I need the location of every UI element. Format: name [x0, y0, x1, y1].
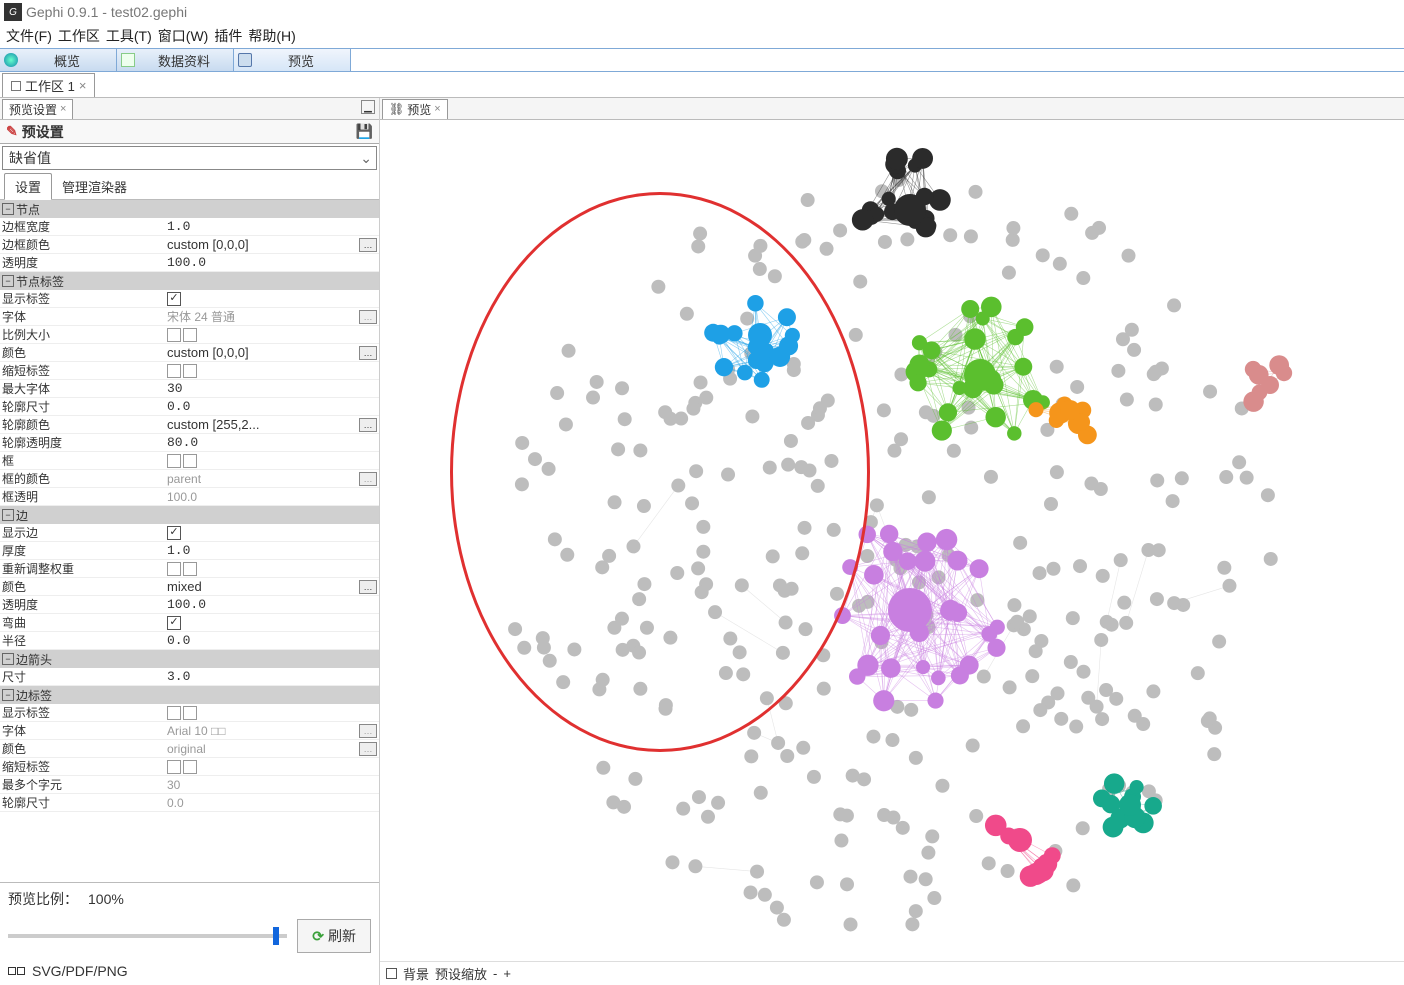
- more-button[interactable]: …: [359, 238, 377, 252]
- preview-canvas[interactable]: [380, 120, 1404, 961]
- more-button[interactable]: …: [359, 418, 377, 432]
- monitor-icon: [238, 53, 252, 67]
- prop-outline-opacity[interactable]: 80.0: [165, 435, 379, 450]
- preview-ratio-value: 100%: [88, 891, 124, 907]
- section-node-label[interactable]: −节点标签: [0, 272, 379, 290]
- prop-rescale[interactable]: [165, 562, 379, 576]
- prop-shorten-edgelabel[interactable]: [165, 760, 379, 774]
- refresh-icon: ⟳: [312, 928, 324, 945]
- refresh-button[interactable]: ⟳刷新: [297, 919, 371, 953]
- globe-icon: [4, 53, 18, 67]
- more-button[interactable]: …: [359, 724, 377, 738]
- prop-shorten[interactable]: [165, 364, 379, 378]
- export-icon: [8, 967, 26, 975]
- presets-header: ✎ 预设置 💾: [0, 120, 379, 144]
- more-button[interactable]: …: [359, 472, 377, 486]
- prop-show-edge[interactable]: ✓: [165, 526, 379, 540]
- section-edge-arrow[interactable]: −边箭头: [0, 650, 379, 668]
- prop-edge-color[interactable]: mixed…: [165, 579, 379, 594]
- prop-maxfont[interactable]: 30: [165, 381, 379, 396]
- table-icon: [121, 53, 135, 67]
- prop-radius[interactable]: 0.0: [165, 633, 379, 648]
- prop-box[interactable]: [165, 454, 379, 468]
- prop-border-color[interactable]: custom [0,0,0]…: [165, 237, 379, 252]
- prop-outline-size[interactable]: 0.0: [165, 399, 379, 414]
- background-checkbox[interactable]: [386, 968, 397, 979]
- window-title: Gephi 0.9.1 - test02.gephi: [26, 4, 187, 20]
- close-icon[interactable]: ×: [434, 103, 440, 115]
- zoom-out-button[interactable]: -: [493, 966, 497, 981]
- menu-file[interactable]: 文件(F): [6, 26, 52, 46]
- prop-show-nodelabel[interactable]: ✓: [165, 292, 379, 306]
- subtab-settings[interactable]: 设置: [4, 173, 52, 200]
- tab-preview-settings[interactable]: 预览设置 ×: [2, 99, 73, 119]
- prop-edge-opacity[interactable]: 100.0: [165, 597, 379, 612]
- more-button[interactable]: …: [359, 346, 377, 360]
- more-button[interactable]: …: [359, 310, 377, 324]
- zoom-in-button[interactable]: +: [503, 966, 511, 981]
- preview-ratio-slider[interactable]: [8, 934, 287, 938]
- preview-ratio-label: 预览比例：: [8, 889, 78, 909]
- close-icon[interactable]: ×: [79, 78, 87, 93]
- menu-tools[interactable]: 工具(T): [106, 26, 152, 46]
- prop-border-width[interactable]: 1.0: [165, 219, 379, 234]
- prop-maxchars[interactable]: 30: [165, 778, 379, 792]
- prop-edgelabel-font[interactable]: Arial 10 □□…: [165, 724, 379, 738]
- prop-curved[interactable]: ✓: [165, 616, 379, 630]
- prop-box-color[interactable]: parent…: [165, 472, 379, 486]
- menu-bar: 文件(F) 工作区 工具(T) 窗口(W) 插件 帮助(H): [0, 24, 1404, 48]
- menu-help[interactable]: 帮助(H): [248, 26, 295, 46]
- link-icon: ⛓: [389, 102, 404, 116]
- more-button[interactable]: …: [359, 580, 377, 594]
- workspace-icon: [11, 81, 21, 91]
- prop-edge-thickness[interactable]: 1.0: [165, 543, 379, 558]
- chevron-down-icon: ⌄: [360, 150, 372, 167]
- section-edge[interactable]: −边: [0, 506, 379, 524]
- prop-box-opacity[interactable]: 100.0: [165, 490, 379, 504]
- export-button[interactable]: SVG/PDF/PNG: [32, 963, 128, 979]
- perspective-datalab[interactable]: 数据资料: [117, 49, 234, 71]
- prop-el-outline-size[interactable]: 0.0: [165, 796, 379, 810]
- prop-outline-color[interactable]: custom [255,2...…: [165, 417, 379, 432]
- reset-zoom-button[interactable]: 预设缩放: [435, 964, 487, 983]
- prop-show-edgelabel[interactable]: [165, 706, 379, 720]
- menu-plugins[interactable]: 插件: [214, 26, 242, 46]
- preset-dropdown[interactable]: 缺省值 ⌄: [2, 146, 377, 170]
- section-edge-label[interactable]: −边标签: [0, 686, 379, 704]
- network-graph: [480, 140, 1300, 960]
- workspace-tab-1[interactable]: 工作区 1 ×: [2, 73, 95, 97]
- perspective-overview[interactable]: 概览: [0, 49, 117, 71]
- prop-node-opacity[interactable]: 100.0: [165, 255, 379, 270]
- menu-window[interactable]: 窗口(W): [158, 26, 209, 46]
- prop-proportional[interactable]: [165, 328, 379, 342]
- minimize-button[interactable]: ▁: [361, 100, 375, 114]
- prop-nodelabel-font[interactable]: 宋体 24 普通…: [165, 308, 379, 325]
- prop-arrow-size[interactable]: 3.0: [165, 669, 379, 684]
- tab-preview[interactable]: ⛓ 预览 ×: [382, 99, 448, 119]
- wand-icon: ✎: [6, 123, 18, 140]
- section-node[interactable]: −节点: [0, 200, 379, 218]
- save-icon[interactable]: 💾: [356, 123, 373, 140]
- more-button[interactable]: …: [359, 742, 377, 756]
- prop-edgelabel-color[interactable]: original…: [165, 742, 379, 756]
- app-logo: G: [4, 3, 22, 21]
- close-icon[interactable]: ×: [60, 103, 66, 115]
- perspective-preview[interactable]: 预览: [234, 49, 351, 71]
- menu-workspace[interactable]: 工作区: [58, 26, 100, 46]
- subtab-renderers[interactable]: 管理渲染器: [52, 174, 137, 199]
- prop-nodelabel-color[interactable]: custom [0,0,0]…: [165, 345, 379, 360]
